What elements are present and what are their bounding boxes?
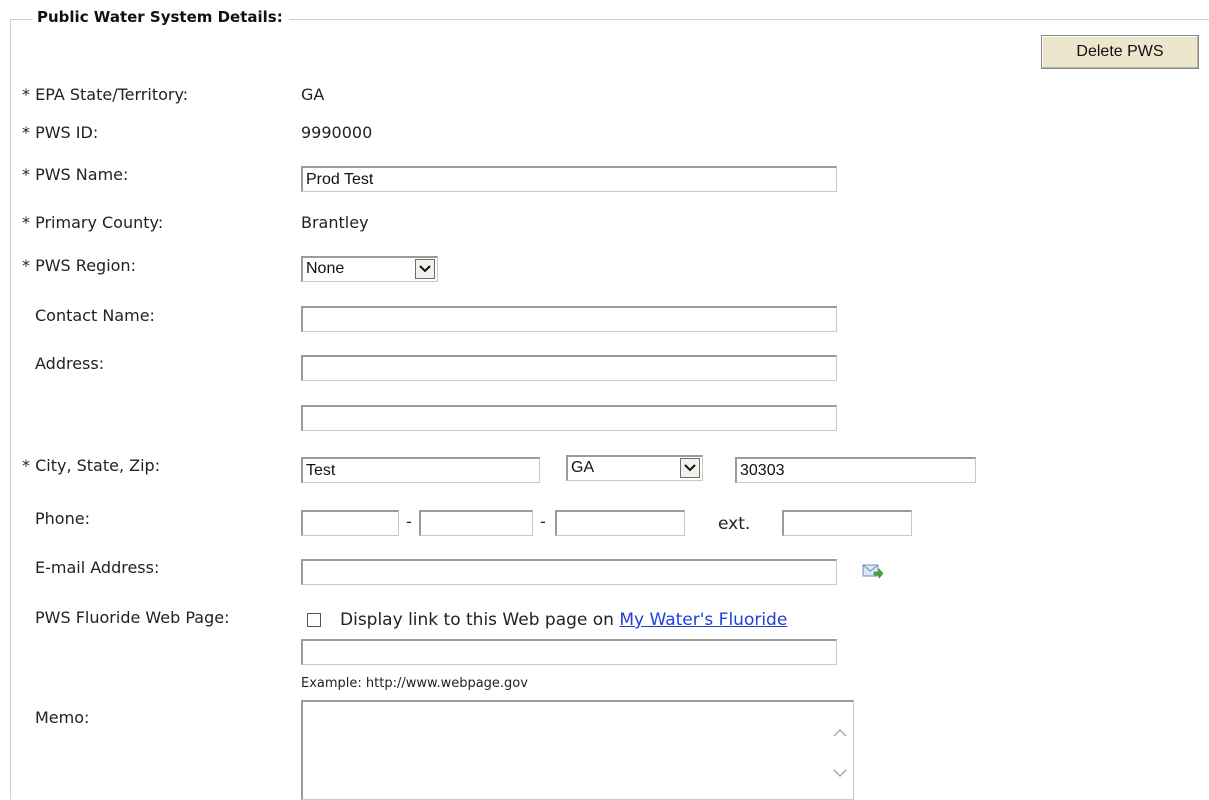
pws-id-value: 9990000 xyxy=(301,123,373,142)
pws-name-input[interactable]: Prod Test xyxy=(301,166,837,192)
city-state-zip-label: * City, State, Zip: xyxy=(22,456,161,475)
primary-county-label: * Primary County: xyxy=(22,213,164,232)
phone-dash-2: - xyxy=(540,512,546,531)
fluoride-url-input[interactable] xyxy=(301,639,837,665)
contact-name-input[interactable] xyxy=(301,306,837,332)
address-label: Address: xyxy=(35,354,105,373)
address-line1-input[interactable] xyxy=(301,355,837,381)
phone-ext-input[interactable] xyxy=(782,510,912,536)
my-waters-fluoride-link[interactable]: My Water's Fluoride xyxy=(619,610,787,630)
scroll-up-icon xyxy=(833,728,847,737)
memo-scrollbar[interactable] xyxy=(831,726,849,786)
chevron-down-icon[interactable] xyxy=(415,259,435,279)
phone-label: Phone: xyxy=(35,509,90,528)
primary-county-value: Brantley xyxy=(301,213,369,232)
phone-area-input[interactable] xyxy=(301,510,399,536)
delete-pws-button[interactable]: Delete PWS xyxy=(1041,35,1199,69)
fluoride-display-checkbox[interactable] xyxy=(307,613,321,627)
zip-input[interactable]: 30303 xyxy=(735,457,976,483)
scroll-down-icon xyxy=(833,769,847,778)
epa-state-label: * EPA State/Territory: xyxy=(22,85,189,104)
send-email-icon[interactable] xyxy=(862,563,884,583)
state-selected: GA xyxy=(571,459,595,476)
chevron-down-icon[interactable] xyxy=(680,458,700,478)
fluoride-checkbox-row: Display link to this Web page on My Wate… xyxy=(340,610,787,630)
email-input[interactable] xyxy=(301,559,837,585)
epa-state-value: GA xyxy=(301,85,325,104)
pws-name-label: * PWS Name: xyxy=(22,165,129,184)
fluoride-web-label: PWS Fluoride Web Page: xyxy=(35,608,230,627)
pws-region-select[interactable]: None xyxy=(301,256,438,282)
contact-name-label: Contact Name: xyxy=(35,306,155,325)
pws-region-label: * PWS Region: xyxy=(22,256,136,275)
city-input[interactable]: Test xyxy=(301,457,540,483)
pws-id-label: * PWS ID: xyxy=(22,123,99,142)
email-label: E-mail Address: xyxy=(35,558,160,577)
pws-region-selected: None xyxy=(306,260,345,277)
address-line2-input[interactable] xyxy=(301,405,837,431)
phone-line-input[interactable] xyxy=(555,510,685,536)
memo-textarea[interactable] xyxy=(301,700,854,800)
phone-dash-1: - xyxy=(406,512,412,531)
fluoride-checkbox-text: Display link to this Web page on xyxy=(340,610,614,630)
url-example-text: Example: http://www.webpage.gov xyxy=(301,676,528,691)
phone-ext-label: ext. xyxy=(718,514,751,534)
memo-label: Memo: xyxy=(35,708,90,727)
phone-prefix-input[interactable] xyxy=(419,510,533,536)
section-legend: Public Water System Details: xyxy=(33,8,289,26)
state-select[interactable]: GA xyxy=(566,455,703,481)
